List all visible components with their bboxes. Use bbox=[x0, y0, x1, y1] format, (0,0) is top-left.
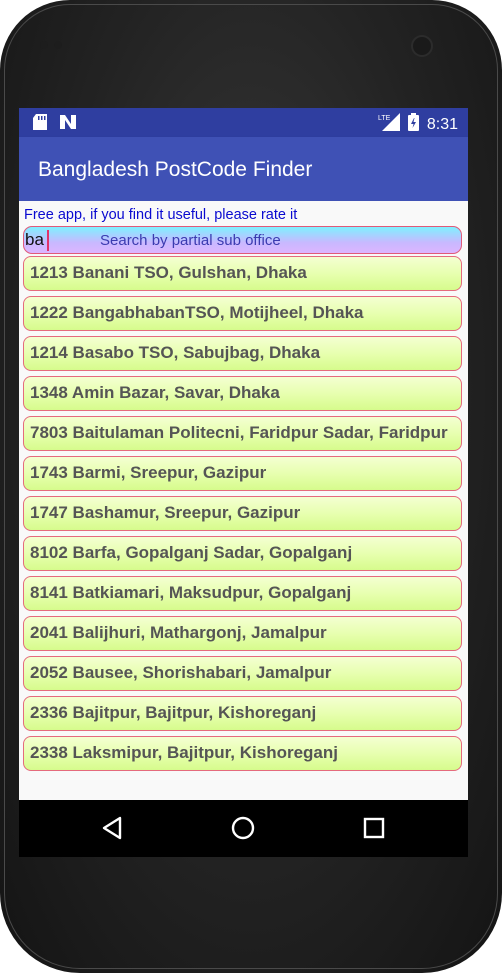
network-label: LTE bbox=[378, 115, 391, 122]
result-item[interactable]: 1213 Banani TSO, Gulshan, Dhaka bbox=[23, 256, 462, 291]
result-item[interactable]: 1222 BangabhabanTSO, Motijheel, Dhaka bbox=[23, 296, 462, 331]
front-camera-icon bbox=[413, 37, 431, 55]
navigation-bar bbox=[19, 800, 468, 857]
result-item[interactable]: 7803 Baitulaman Politecni, Faridpur Sada… bbox=[23, 416, 462, 451]
result-item[interactable]: 1743 Barmi, Sreepur, Gazipur bbox=[23, 456, 462, 491]
home-icon[interactable] bbox=[230, 815, 256, 841]
result-item[interactable]: 1214 Basabo TSO, Sabujbag, Dhaka bbox=[23, 336, 462, 371]
result-item[interactable]: 8141 Batkiamari, Maksudpur, Gopalganj bbox=[23, 576, 462, 611]
result-item[interactable]: 2041 Balijhuri, Mathargonj, Jamalpur bbox=[23, 616, 462, 651]
text-cursor bbox=[47, 230, 49, 251]
result-item[interactable]: 2338 Laksmipur, Bajitpur, Kishoreganj bbox=[23, 736, 462, 771]
main-content: Free app, if you find it useful, please … bbox=[19, 201, 468, 800]
lte-signal-icon: LTE bbox=[378, 113, 400, 136]
result-item[interactable]: 1747 Bashamur, Sreepur, Gazipur bbox=[23, 496, 462, 531]
app-bar: Bangladesh PostCode Finder bbox=[19, 137, 468, 201]
phone-frame: LTE 8:31 Bangladesh PostCode Finder Free… bbox=[0, 0, 502, 973]
app-title: Bangladesh PostCode Finder bbox=[38, 158, 313, 181]
screen: LTE 8:31 Bangladesh PostCode Finder Free… bbox=[19, 108, 468, 857]
back-icon[interactable] bbox=[100, 815, 126, 841]
battery-icon bbox=[407, 113, 419, 136]
recents-icon[interactable] bbox=[361, 815, 387, 841]
status-time: 8:31 bbox=[426, 115, 458, 133]
sd-card-icon bbox=[33, 114, 47, 135]
results-list[interactable]: 1213 Banani TSO, Gulshan, Dhaka 1222 Bang… bbox=[23, 256, 462, 776]
search-box[interactable]: Search by partial sub office bbox=[23, 226, 462, 254]
phone-sensors bbox=[40, 36, 80, 49]
rate-app-hint[interactable]: Free app, if you find it useful, please … bbox=[24, 207, 297, 223]
n-notification-icon bbox=[59, 114, 77, 135]
result-item[interactable]: 1348 Amin Bazar, Savar, Dhaka bbox=[23, 376, 462, 411]
result-item[interactable]: 2052 Bausee, Shorishabari, Jamalpur bbox=[23, 656, 462, 691]
result-item[interactable]: 2336 Bajitpur, Bajitpur, Kishoreganj bbox=[23, 696, 462, 731]
search-placeholder: Search by partial sub office bbox=[100, 232, 281, 249]
result-item[interactable]: 8102 Barfa, Gopalganj Sadar, Gopalganj bbox=[23, 536, 462, 571]
status-bar: LTE 8:31 bbox=[19, 108, 468, 137]
